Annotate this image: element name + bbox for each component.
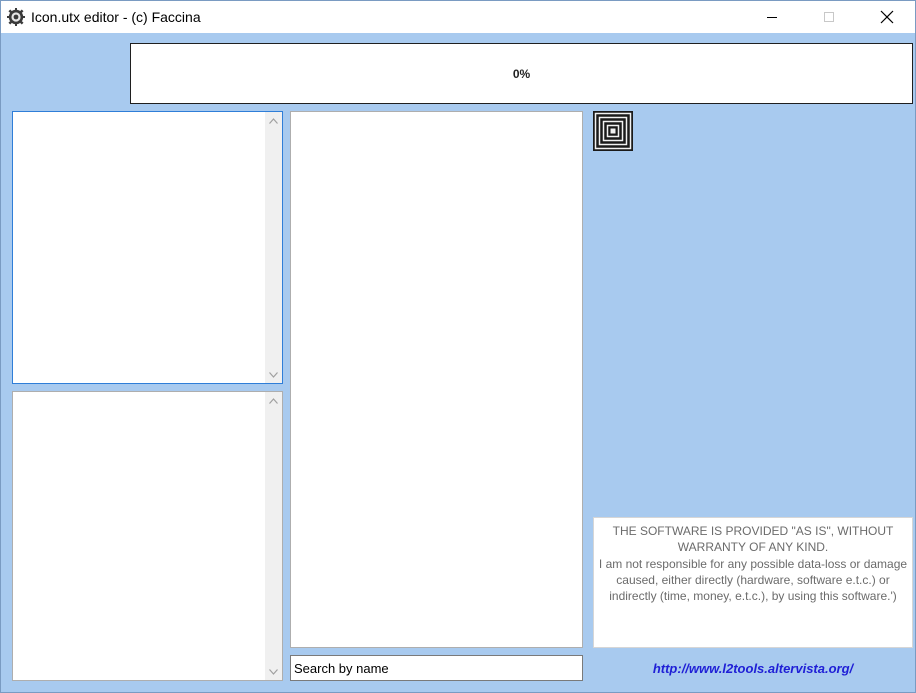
minimize-icon bbox=[767, 16, 777, 18]
progress-label: 0% bbox=[512, 66, 531, 81]
disclaimer-body: THE SOFTWARE IS PROVIDED "AS IS", WITHOU… bbox=[598, 524, 908, 604]
disclaimer-text: THE SOFTWARE IS PROVIDED "AS IS", WITHOU… bbox=[593, 517, 913, 648]
gear-icon bbox=[7, 8, 25, 26]
group-list[interactable] bbox=[12, 391, 283, 681]
maximize-icon bbox=[824, 11, 834, 22]
package-list-scrollbar[interactable] bbox=[265, 112, 282, 383]
scroll-up-button[interactable] bbox=[265, 112, 282, 129]
chevron-up-icon bbox=[269, 397, 278, 404]
scroll-down-button[interactable] bbox=[265, 663, 282, 680]
progress-bar: 0% bbox=[130, 43, 913, 104]
package-list[interactable] bbox=[12, 111, 283, 384]
group-list-scrollbar[interactable] bbox=[265, 392, 282, 680]
texture-list[interactable] bbox=[290, 111, 583, 648]
app-window: Icon.utx editor - (c) Faccina 0% Search … bbox=[0, 0, 916, 693]
maximize-button[interactable] bbox=[806, 1, 852, 32]
website-link[interactable]: http://www.l2tools.altervista.org/ bbox=[593, 661, 913, 676]
window-title: Icon.utx editor - (c) Faccina bbox=[31, 9, 201, 25]
close-icon bbox=[880, 10, 894, 23]
chevron-down-icon bbox=[269, 668, 278, 675]
title-bar[interactable]: Icon.utx editor - (c) Faccina bbox=[1, 1, 915, 33]
close-button[interactable] bbox=[864, 1, 910, 32]
search-input[interactable] bbox=[290, 655, 583, 681]
scroll-down-button[interactable] bbox=[265, 366, 282, 383]
texture-preview-icon bbox=[593, 111, 633, 151]
client-area: 0% Search by name THE SOFTWARE IS PROVID… bbox=[1, 33, 915, 692]
minimize-button[interactable] bbox=[749, 1, 795, 32]
chevron-up-icon bbox=[269, 117, 278, 124]
chevron-down-icon bbox=[269, 371, 278, 378]
scroll-up-button[interactable] bbox=[265, 392, 282, 409]
